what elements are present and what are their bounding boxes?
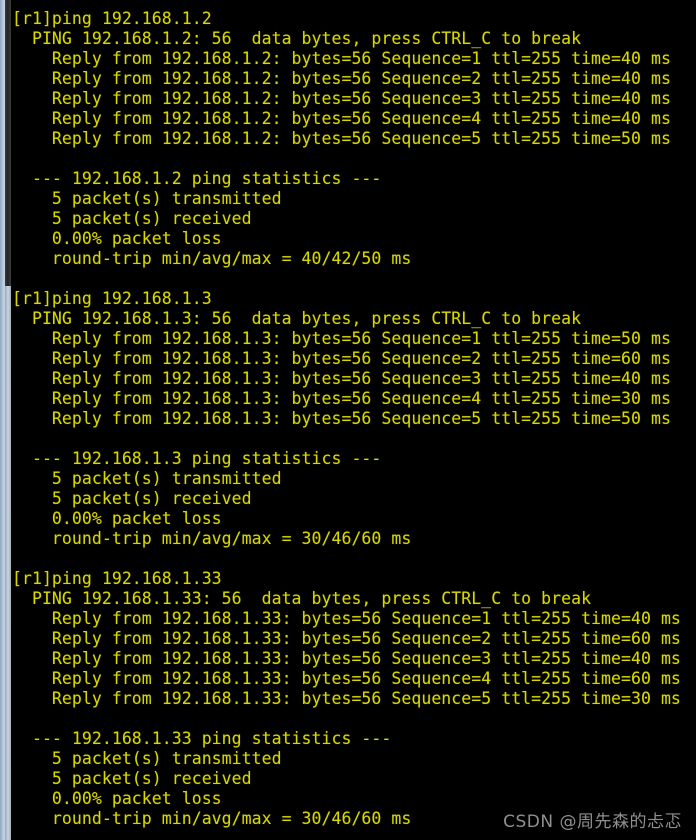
terminal-line: PING 192.168.1.3: 56 data bytes, press C… [12,309,582,328]
terminal-line: 5 packet(s) received [12,209,252,228]
terminal-line: 5 packet(s) transmitted [12,749,282,768]
terminal-line: [r1]ping 192.168.1.33 [12,569,222,588]
terminal-line: round-trip min/avg/max = 40/42/50 ms [12,249,412,268]
terminal-line: Reply from 192.168.1.3: bytes=56 Sequenc… [12,349,671,368]
terminal-line: --- 192.168.1.3 ping statistics --- [12,449,382,468]
terminal-line: Reply from 192.168.1.3: bytes=56 Sequenc… [12,389,671,408]
terminal-output[interactable]: [r1]ping 192.168.1.2 PING 192.168.1.2: 5… [11,0,696,840]
terminal-line: PING 192.168.1.2: 56 data bytes, press C… [12,29,582,48]
terminal-line: Reply from 192.168.1.33: bytes=56 Sequen… [12,609,681,628]
terminal-line: --- 192.168.1.33 ping statistics --- [12,729,392,748]
terminal-line: [r1]ping 192.168.1.3 [12,289,212,308]
terminal-line: 5 packet(s) transmitted [12,469,282,488]
terminal-line: [r1]ping 192.168.1.2 [12,9,212,28]
terminal-line: Reply from 192.168.1.2: bytes=56 Sequenc… [12,129,671,148]
terminal-line: 0.00% packet loss [12,229,222,248]
terminal-line: round-trip min/avg/max = 30/46/60 ms [12,529,412,548]
vertical-scrollbar[interactable] [0,0,11,840]
terminal-line: 5 packet(s) transmitted [12,189,282,208]
terminal-line: Reply from 192.168.1.33: bytes=56 Sequen… [12,629,681,648]
terminal-line: Reply from 192.168.1.33: bytes=56 Sequen… [12,689,681,708]
terminal-line: Reply from 192.168.1.33: bytes=56 Sequen… [12,649,681,668]
csdn-watermark: CSDN @周先森的忐忑 [503,812,682,832]
terminal-line: 5 packet(s) received [12,489,252,508]
terminal-line: Reply from 192.168.1.3: bytes=56 Sequenc… [12,409,671,428]
terminal-line: 5 packet(s) received [12,769,252,788]
terminal-line: 0.00% packet loss [12,789,222,808]
terminal-window: [r1]ping 192.168.1.2 PING 192.168.1.2: 5… [0,0,696,840]
terminal-line: 0.00% packet loss [12,509,222,528]
terminal-line: Reply from 192.168.1.3: bytes=56 Sequenc… [12,369,671,388]
terminal-line: PING 192.168.1.33: 56 data bytes, press … [12,589,592,608]
terminal-line: Reply from 192.168.1.2: bytes=56 Sequenc… [12,69,671,88]
terminal-line: Reply from 192.168.1.2: bytes=56 Sequenc… [12,49,671,68]
terminal-line: Reply from 192.168.1.33: bytes=56 Sequen… [12,669,681,688]
terminal-line: Reply from 192.168.1.2: bytes=56 Sequenc… [12,89,671,108]
terminal-line: Reply from 192.168.1.3: bytes=56 Sequenc… [12,329,671,348]
terminal-line: Reply from 192.168.1.2: bytes=56 Sequenc… [12,109,671,128]
terminal-line: --- 192.168.1.2 ping statistics --- [12,169,382,188]
